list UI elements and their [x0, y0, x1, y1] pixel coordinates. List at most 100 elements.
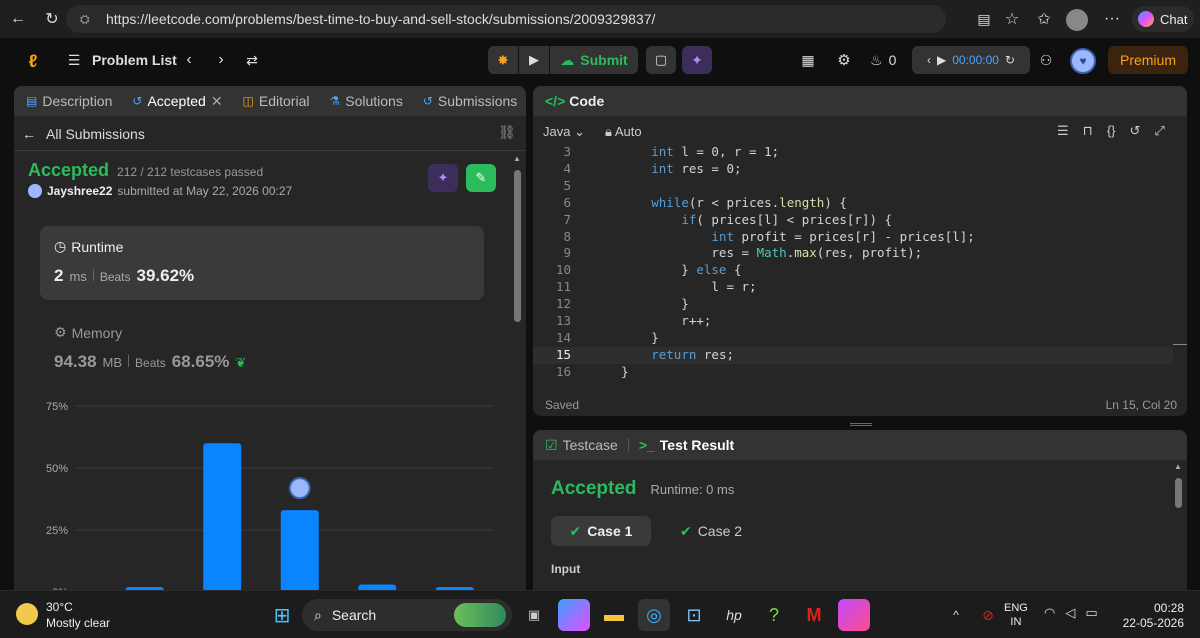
code-line[interactable]: 15 return res; — [533, 346, 1173, 364]
layout-icon[interactable]: ▦ — [798, 50, 818, 70]
code-line[interactable]: 11 l = r; — [533, 279, 1173, 296]
tab-solutions[interactable]: ⚗ Solutions — [329, 93, 402, 109]
code-line[interactable]: 6 while(r < prices.length) { — [533, 195, 1173, 212]
code-line[interactable]: 13 r++; — [533, 313, 1173, 330]
all-submissions-link[interactable]: ← All Submissions — [22, 124, 145, 144]
resize-handle[interactable] — [850, 423, 872, 426]
expand-icon[interactable]: ⤢ — [1154, 123, 1164, 139]
run-icon[interactable]: ▶ — [519, 46, 549, 74]
copilot-chat-button[interactable]: Chat — [1132, 6, 1194, 32]
debug-icon[interactable]: ✸ — [488, 46, 518, 74]
code-line[interactable]: 7 if( prices[l] < prices[r]) { — [533, 212, 1173, 229]
tab-editorial[interactable]: ◫ Editorial — [243, 93, 310, 109]
runtime-distribution-chart[interactable]: 75%50%25%0%1ms2ms3ms4ms — [14, 394, 504, 619]
problem-list-link[interactable]: Problem List — [92, 50, 177, 70]
store-icon[interactable]: ⊡ — [678, 599, 710, 631]
system-tray[interactable]: ◠ ◁ ▭ — [1044, 605, 1098, 621]
code-line[interactable]: 8 int profit = prices[r] - prices[l]; — [533, 229, 1173, 246]
author-name[interactable]: Jayshree22 — [47, 184, 112, 198]
search-highlight-image — [454, 603, 506, 627]
tab-description[interactable]: ▤ Description — [26, 93, 112, 109]
case-1-label: Case 1 — [587, 523, 633, 539]
code-line[interactable]: 14 } — [533, 330, 1173, 347]
moon-weather-icon[interactable] — [16, 603, 38, 625]
author-avatar[interactable] — [28, 184, 42, 198]
clock[interactable]: 00:28 22-05-2026 — [1120, 601, 1184, 631]
help-icon[interactable]: ? — [758, 599, 790, 631]
favorite-star-icon[interactable]: ☆ — [998, 5, 1026, 33]
code-line[interactable]: 5 — [533, 178, 1173, 195]
left-scrollbar[interactable]: ▲ ▼ — [512, 154, 522, 614]
timer-widget[interactable]: ‹ ▶ 00:00:00 ↻ — [912, 46, 1030, 74]
mcafee-icon[interactable]: M — [798, 599, 830, 631]
bookmark-icon[interactable]: ⊓ — [1083, 123, 1093, 139]
language-indicator[interactable]: ENG IN — [1004, 601, 1028, 629]
scroll-thumb[interactable] — [514, 170, 521, 322]
auto-mode[interactable]: 🔒︎ Auto — [605, 124, 642, 140]
code-line[interactable]: 9 res = Math.max(res, profit); — [533, 245, 1173, 262]
format-icon[interactable]: ☰ — [1057, 123, 1069, 139]
security-alert-icon[interactable]: ⊘ — [972, 599, 1004, 631]
edit-note-icon[interactable]: ✎ — [466, 164, 496, 192]
settings-more-icon[interactable]: ··· — [1098, 5, 1126, 33]
time-text: 00:28 — [1153, 601, 1184, 615]
start-icon[interactable]: ⊞ — [266, 599, 298, 631]
streak-counter[interactable]: ♨ 0 — [870, 50, 896, 70]
share-link-icon[interactable]: ⛓ — [498, 124, 516, 142]
reader-icon[interactable]: ▤ — [970, 5, 998, 33]
scroll-up-icon[interactable]: ▲ — [513, 154, 521, 163]
code-line[interactable]: 16 } — [533, 364, 1173, 381]
file-explorer-icon[interactable]: ▬ — [598, 599, 630, 631]
copilot-app-icon[interactable] — [558, 599, 590, 631]
language-select[interactable]: Java ⌄ — [543, 124, 585, 140]
edge-browser-icon[interactable]: ◎ — [638, 599, 670, 631]
code-editor[interactable]: 3 int l = 0, r = 1; 4 int res = 0; 5 6 whil… — [533, 142, 1173, 382]
hp-icon[interactable]: hp — [718, 599, 750, 631]
close-tab-icon[interactable]: ✕ — [211, 93, 223, 110]
prev-problem-icon[interactable]: ‹ — [180, 50, 198, 70]
tab-test-result[interactable]: >_ Test Result — [639, 437, 734, 453]
memory-header[interactable]: ⚙ Memory — [54, 324, 122, 341]
shuffle-icon[interactable]: ⇄ — [242, 50, 262, 70]
user-avatar[interactable]: ♥ — [1070, 48, 1096, 74]
note-icon[interactable]: ▢ — [646, 46, 676, 74]
site-info-icon[interactable]: ⛭ — [80, 12, 98, 27]
show-hidden-icons[interactable]: ^ — [940, 599, 972, 631]
code-line[interactable]: 10 } else { — [533, 262, 1173, 279]
settings-gear-icon[interactable]: ⚙ — [834, 50, 854, 70]
scroll-up-icon[interactable]: ▲ — [1174, 462, 1182, 471]
code-line[interactable]: 12 } — [533, 296, 1173, 313]
tab-submissions[interactable]: ↺ Submissions — [423, 93, 517, 109]
task-view-icon[interactable]: ▣ — [518, 599, 550, 631]
y-tick-label: 25% — [46, 525, 68, 537]
tab-accepted[interactable]: ↺ Accepted ✕ — [132, 93, 222, 110]
clipchamp-icon[interactable] — [838, 599, 870, 631]
line-text: } else { — [591, 262, 742, 278]
ai-sparkle-icon[interactable]: ✦ — [682, 46, 712, 74]
tab-description-label: Description — [42, 93, 113, 109]
submit-button[interactable]: ☁ Submit — [550, 46, 638, 74]
back-icon[interactable]: ← — [4, 5, 32, 33]
braces-icon[interactable]: {} — [1107, 123, 1116, 139]
leetcode-logo-icon[interactable]: ℓ — [22, 50, 44, 72]
add-user-icon[interactable]: ⚇ — [1036, 50, 1056, 70]
analyze-ai-icon[interactable]: ✦ — [428, 164, 458, 192]
taskbar-search[interactable]: ⌕ Search — [302, 599, 512, 631]
line-number: 10 — [555, 262, 571, 278]
favorites-icon[interactable]: ✩ — [1030, 5, 1058, 33]
runtime-card[interactable]: ◷ Runtime 2 ms Beats 39.62% — [40, 226, 484, 300]
scroll-thumb[interactable] — [1175, 478, 1182, 508]
code-line[interactable]: 3 int l = 0, r = 1; — [533, 144, 1173, 161]
address-bar[interactable]: ⛭ https://leetcode.com/problems/best-tim… — [66, 5, 946, 33]
code-line[interactable]: 4 int res = 0; — [533, 161, 1173, 178]
case-1-tab[interactable]: ✔ Case 1 — [551, 516, 651, 546]
reload-icon[interactable]: ↻ — [38, 5, 66, 33]
profile-avatar[interactable] — [1066, 9, 1088, 31]
next-problem-icon[interactable]: › — [212, 50, 230, 70]
premium-button[interactable]: Premium — [1108, 46, 1188, 74]
result-accepted: Accepted — [551, 478, 637, 499]
tab-testcase[interactable]: ☑ Testcase — [545, 437, 618, 454]
case-2-tab[interactable]: ✔ Case 2 — [661, 516, 761, 546]
weather-widget[interactable]: 30°C Mostly clear — [46, 599, 110, 631]
reset-code-icon[interactable]: ↺ — [1130, 123, 1141, 139]
